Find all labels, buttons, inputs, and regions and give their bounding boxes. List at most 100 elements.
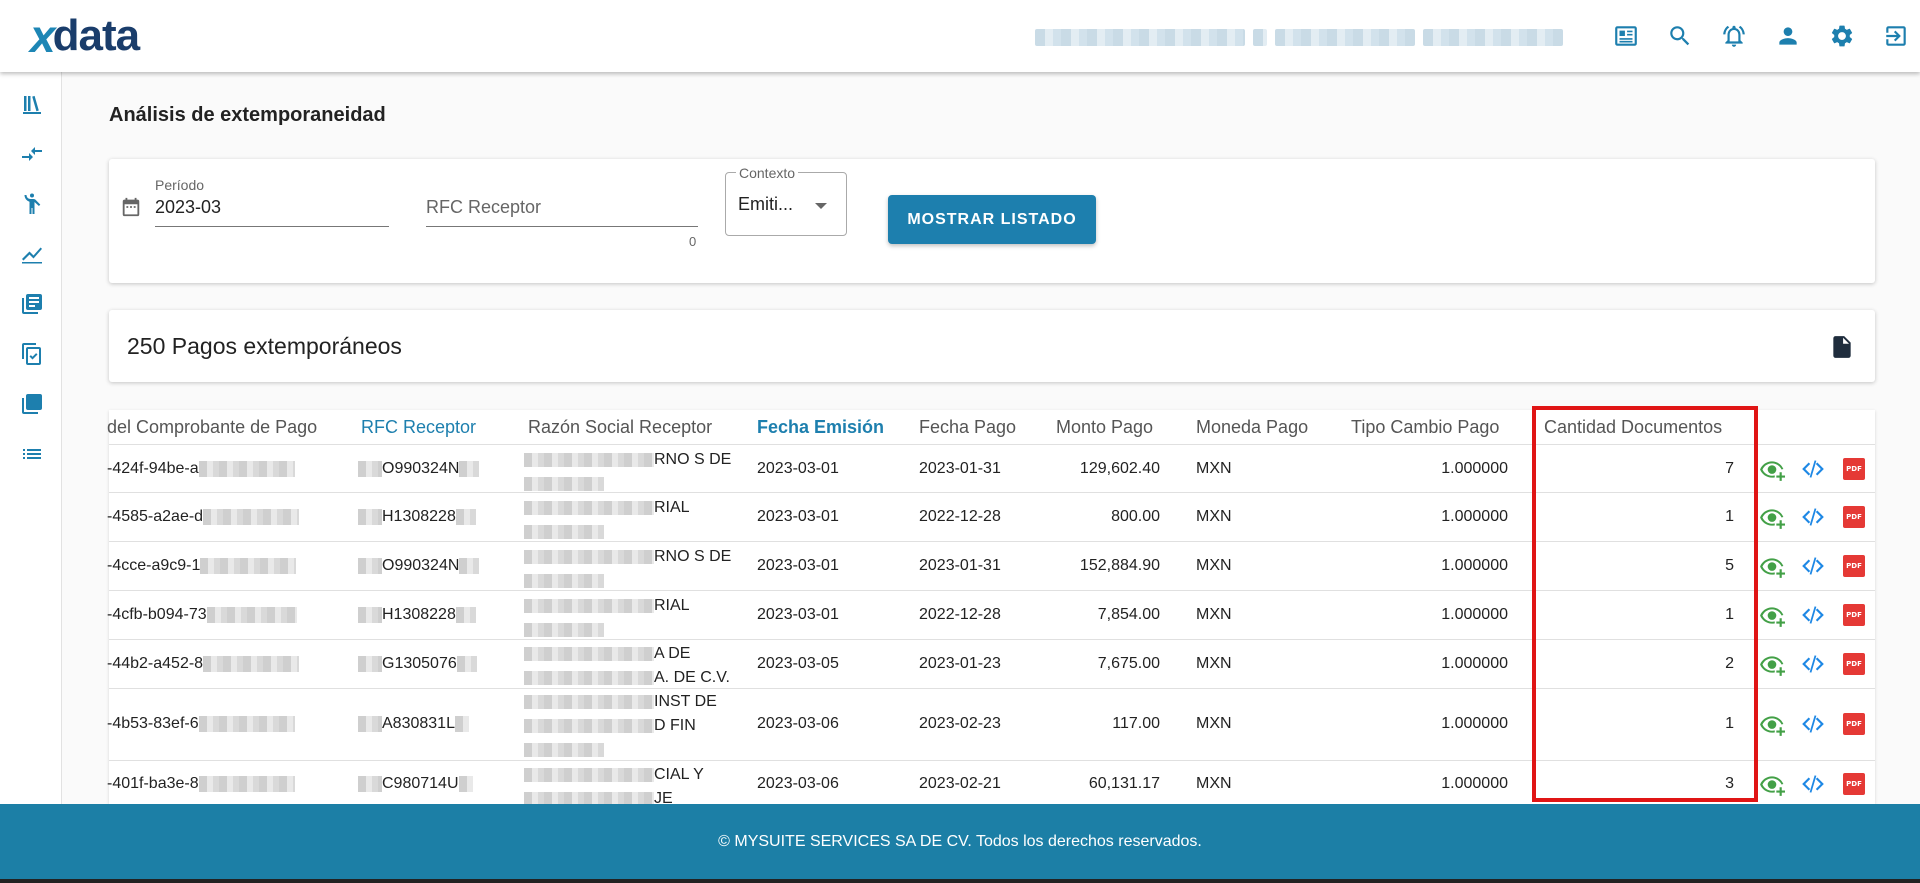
top-header: x data	[0, 0, 1920, 72]
pdf-icon[interactable]: PDF	[1840, 710, 1868, 738]
col-tipo-cambio-header[interactable]: Tipo Cambio Pago	[1351, 417, 1499, 438]
col-monto-header[interactable]: Monto Pago	[1056, 417, 1153, 438]
table-row-fecha-pago: 2023-01-31	[919, 557, 1001, 574]
table-row-rfc: C980714U	[358, 775, 473, 793]
table-row-divider	[109, 590, 1875, 591]
pdf-icon[interactable]: PDF	[1840, 650, 1868, 678]
code-icon[interactable]	[1799, 552, 1827, 580]
table-row-rfc: O990324N	[358, 460, 480, 478]
sidebar	[0, 72, 62, 804]
view-add-icon[interactable]	[1758, 455, 1786, 483]
pdf-icon[interactable]: PDF	[1840, 601, 1868, 629]
table-row-uuid: -4cfb-b094-73	[107, 606, 297, 624]
person-icon[interactable]	[18, 190, 46, 218]
logout-icon[interactable]	[1880, 20, 1912, 52]
col-uuid-header[interactable]: del Comprobante de Pago	[107, 417, 317, 438]
code-icon[interactable]	[1799, 710, 1827, 738]
table-row-tipo-cambio: 1.000000	[1441, 606, 1508, 623]
xdata-logo[interactable]: x data	[30, 10, 140, 62]
table-row-tipo-cambio: 1.000000	[1441, 508, 1508, 525]
table-row-monto: 800.00	[1111, 508, 1160, 525]
view-add-icon[interactable]	[1758, 710, 1786, 738]
page-title: Análisis de extemporaneidad	[109, 104, 386, 126]
periodo-input[interactable]: 2023-03	[155, 197, 221, 218]
rfc-receptor-input[interactable]: RFC Receptor	[426, 197, 541, 218]
table-row-cantidad: 2	[1725, 655, 1734, 672]
table-row-fecha-emision: 2023-03-01	[757, 557, 839, 574]
view-add-icon[interactable]	[1758, 552, 1786, 580]
table-row-razon: INST DE D FIN	[524, 690, 717, 762]
table-row-uuid: -4585-a2ae-d	[107, 508, 300, 526]
mostrar-listado-button[interactable]: MOSTRAR LISTADO	[888, 195, 1096, 244]
view-add-icon[interactable]	[1758, 601, 1786, 629]
col-moneda-header[interactable]: Moneda Pago	[1196, 417, 1308, 438]
view-add-icon[interactable]	[1758, 503, 1786, 531]
table-row-monto: 129,602.40	[1079, 460, 1160, 477]
table-row-razon: RIAL	[524, 496, 690, 544]
table-row-tipo-cambio: 1.000000	[1441, 460, 1508, 477]
table-row-monto: 7,854.00	[1097, 606, 1160, 623]
table-row-monto: 60,131.17	[1088, 775, 1160, 792]
logo-x: x	[30, 10, 56, 62]
table-row-divider	[109, 639, 1875, 640]
document-list-icon[interactable]	[18, 290, 46, 318]
chart-line-icon[interactable]	[18, 240, 46, 268]
rfc-char-counter: 0	[689, 234, 697, 249]
table-row-monto: 7,675.00	[1097, 655, 1160, 672]
table-row-fecha-emision: 2023-03-05	[757, 655, 839, 672]
table-row-rfc: H1308228	[358, 508, 476, 526]
table-row-cantidad: 7	[1725, 460, 1734, 477]
copy-check-icon[interactable]	[18, 340, 46, 368]
table-row-tipo-cambio: 1.000000	[1441, 655, 1508, 672]
table-row-cantidad: 3	[1725, 775, 1734, 792]
contexto-value: Emiti...	[738, 194, 794, 214]
pdf-icon[interactable]: PDF	[1840, 503, 1868, 531]
dropdown-caret-icon[interactable]	[815, 203, 827, 209]
table-row-razon: RNO S DE	[524, 448, 731, 496]
library-icon[interactable]	[18, 90, 46, 118]
pdf-icon[interactable]: PDF	[1840, 552, 1868, 580]
code-icon[interactable]	[1799, 770, 1827, 798]
code-icon[interactable]	[1799, 503, 1827, 531]
col-fecha-pago-header[interactable]: Fecha Pago	[919, 417, 1016, 438]
code-icon[interactable]	[1799, 601, 1827, 629]
table-row-cantidad: 5	[1725, 557, 1734, 574]
col-razon-header[interactable]: Razón Social Receptor	[528, 417, 712, 438]
user-icon[interactable]	[1772, 20, 1804, 52]
pdf-icon[interactable]: PDF	[1840, 455, 1868, 483]
search-icon[interactable]	[1664, 20, 1696, 52]
col-cantidad-header[interactable]: Cantidad Documentos	[1544, 417, 1722, 438]
periodo-underline	[155, 226, 389, 227]
compare-arrows-icon[interactable]	[18, 140, 46, 168]
col-rfc-header[interactable]: RFC Receptor	[361, 417, 476, 438]
pdf-icon[interactable]: PDF	[1840, 770, 1868, 798]
contexto-label: Contexto	[736, 165, 799, 181]
table-row-rfc: G1305076	[358, 655, 477, 673]
export-file-icon[interactable]	[1829, 334, 1857, 362]
view-add-icon[interactable]	[1758, 770, 1786, 798]
rfc-underline	[426, 226, 698, 227]
view-add-icon[interactable]	[1758, 650, 1786, 678]
table-row-cantidad: 1	[1725, 508, 1734, 525]
code-icon[interactable]	[1799, 650, 1827, 678]
table-row-fecha-pago: 2023-01-23	[919, 655, 1001, 672]
table-row-tipo-cambio: 1.000000	[1441, 557, 1508, 574]
settings-icon[interactable]	[1826, 20, 1858, 52]
table-row-fecha-pago: 2023-02-21	[919, 775, 1001, 792]
calendar-icon[interactable]	[120, 196, 144, 220]
table-row-divider	[109, 688, 1875, 689]
table-row-cantidad: 1	[1725, 606, 1734, 623]
collections-icon[interactable]	[18, 390, 46, 418]
bottom-bar	[0, 879, 1920, 883]
code-icon[interactable]	[1799, 455, 1827, 483]
table-row-tipo-cambio: 1.000000	[1441, 775, 1508, 792]
notifications-icon[interactable]	[1718, 20, 1750, 52]
table-row-uuid: -424f-94be-a	[107, 460, 295, 478]
list-icon[interactable]	[18, 440, 46, 468]
table-row-uuid: -4cce-a9c9-1	[107, 557, 297, 575]
table-row-moneda: MXN	[1196, 606, 1232, 623]
news-icon[interactable]	[1610, 20, 1642, 52]
summary-count: 250 Pagos extemporáneos	[127, 333, 402, 359]
table-row-razon: RIAL	[524, 594, 690, 642]
col-fecha-emision-header[interactable]: Fecha Emisión	[757, 417, 884, 438]
